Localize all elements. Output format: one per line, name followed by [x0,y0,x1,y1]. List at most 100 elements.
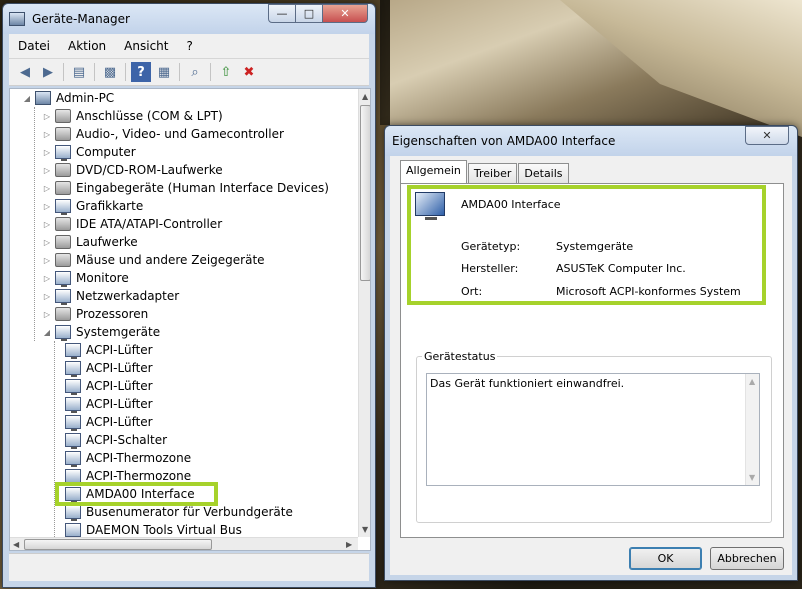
expand-arrow-icon[interactable]: ▷ [42,238,52,247]
tree-category[interactable]: ▷ Prozessoren [42,305,148,323]
device-manager-app-icon [9,12,25,26]
tree-device-label: ACPI-Thermozone [86,451,192,465]
tree-category[interactable]: ▷ Grafikkarte [42,197,143,215]
tab-details[interactable]: Details [518,163,569,183]
expand-arrow-icon[interactable]: ▷ [42,256,52,265]
expand-arrow-icon[interactable]: ▷ [42,220,52,229]
toolbar-separator [125,63,126,81]
tree-category[interactable]: ▷ Anschlüsse (COM & LPT) [42,107,223,125]
tree-device[interactable]: ACPI-Schalter [62,431,167,449]
status-scrollbar[interactable]: ▲ ▼ [745,374,759,485]
disk-drive-icon [55,235,71,249]
maximize-button[interactable]: □ [295,4,323,23]
help-icon[interactable]: ? [131,62,151,82]
scroll-up-icon[interactable]: ▲ [749,377,755,386]
tree-category[interactable]: ▷ Mäuse und andere Zeigegeräte [42,251,265,269]
maximize-icon: □ [303,7,315,20]
scrollbar-thumb[interactable] [360,105,370,281]
expand-arrow-icon[interactable]: ▷ [42,184,52,193]
tree-category-label: Prozessoren [76,307,149,321]
menu-help[interactable]: ? [177,39,201,53]
update-driver-icon[interactable]: ⇧ [216,62,236,82]
close-button[interactable]: ✕ [322,4,368,23]
scroll-right-icon[interactable]: ▶ [346,540,352,549]
tab-treiber[interactable]: Treiber [467,163,518,183]
network-adapter-icon [55,289,71,305]
menu-aktion[interactable]: Aktion [59,39,115,53]
properties-icon[interactable]: ▩ [100,62,120,82]
system-device-icon [65,361,81,377]
system-devices-icon [55,325,71,341]
show-hide-console-tree-icon[interactable]: ▤ [69,62,89,82]
system-device-icon [65,505,81,521]
horizontal-scrollbar[interactable]: ◀ ▶ [10,537,358,550]
device-manager-window: Geräte-Manager — □ ✕ Datei Aktion Ansich… [2,3,376,588]
scroll-up-icon[interactable]: ▲ [362,92,368,101]
ok-button[interactable]: OK [629,547,702,570]
tree-root[interactable]: ◢ Admin-PC [22,89,114,107]
scan-hardware-icon[interactable]: ⌕ [185,62,205,82]
tree-guide-line [54,341,55,541]
scroll-down-icon[interactable]: ▼ [362,525,368,534]
tree-device-label: ACPI-Thermozone [86,469,192,483]
tab-strip: Allgemein Treiber Details [400,160,570,183]
tree-device[interactable]: ACPI-Lüfter [62,377,153,395]
scroll-left-icon[interactable]: ◀ [13,540,19,549]
tree-category[interactable]: ▷ Computer [42,143,136,161]
expand-arrow-icon[interactable]: ▷ [42,148,52,157]
menu-ansicht[interactable]: Ansicht [115,39,177,53]
processor-icon [55,307,71,321]
minimize-button[interactable]: — [268,4,296,23]
tree-category[interactable]: ▷ Netzwerkadapter [42,287,179,305]
minimize-icon: — [276,7,288,20]
cancel-button[interactable]: Abbrechen [710,547,784,570]
tree-device[interactable]: ACPI-Lüfter [62,395,153,413]
properties-titlebar[interactable]: Eigenschaften von AMDA00 Interface ✕ [385,126,797,156]
hid-icon [55,181,71,195]
device-status-textbox[interactable]: Das Gerät funktioniert einwandfrei. ▲ ▼ [426,373,760,486]
tree-category-label: Laufwerke [76,235,138,249]
tree-category-label: IDE ATA/ATAPI-Controller [76,217,223,231]
scroll-down-icon[interactable]: ▼ [749,473,755,482]
close-icon: ✕ [340,7,350,20]
tree-category[interactable]: ▷ IDE ATA/ATAPI-Controller [42,215,222,233]
expand-arrow-icon[interactable]: ▷ [42,130,52,139]
expand-arrow-icon[interactable]: ▷ [42,166,52,175]
tree-device[interactable]: ACPI-Thermozone [62,449,191,467]
tree-category[interactable]: ▷ Audio-, Video- und Gamecontroller [42,125,284,143]
forward-arrow-icon[interactable]: ▶ [38,62,58,82]
action-pane-icon[interactable]: ▦ [154,62,174,82]
tree-category[interactable]: ▷ Eingabegeräte (Human Interface Devices) [42,179,329,197]
port-icon [55,109,71,123]
dialog-close-button[interactable]: ✕ [745,126,789,145]
tree-device-label: ACPI-Lüfter [86,361,153,375]
scrollbar-thumb[interactable] [24,539,212,550]
tree-device[interactable]: ACPI-Lüfter [62,341,153,359]
expand-arrow-icon[interactable]: ▷ [42,202,52,211]
menu-datei[interactable]: Datei [9,39,59,53]
expand-arrow-icon[interactable]: ▷ [42,112,52,121]
tree-device[interactable]: ACPI-Lüfter [62,359,153,377]
tree-category-label: Anschlüsse (COM & LPT) [76,109,223,123]
tab-allgemein[interactable]: Allgemein [400,160,467,183]
expand-arrow-icon[interactable]: ▷ [42,310,52,319]
tree-category[interactable]: ▷ DVD/CD-ROM-Laufwerke [42,161,223,179]
toolbar: ◀ ▶ ▤ ▩ ? ▦ ⌕ ⇧ ✖ [9,58,369,86]
tree-device[interactable]: ACPI-Lüfter [62,413,153,431]
vertical-scrollbar[interactable]: ▲ ▼ [358,89,370,537]
system-device-icon [65,433,81,449]
tree-category[interactable]: ◢ Systemgeräte [42,323,160,341]
tree-device-label: ACPI-Lüfter [86,379,153,393]
expand-arrow-icon[interactable]: ▷ [42,274,52,283]
back-arrow-icon[interactable]: ◀ [15,62,35,82]
tree-category[interactable]: ▷ Laufwerke [42,233,138,251]
tree-category[interactable]: ▷ Monitore [42,269,129,287]
collapse-arrow-icon[interactable]: ◢ [42,328,52,337]
ide-controller-icon [55,217,71,231]
device-manager-titlebar[interactable]: Geräte-Manager — □ ✕ [3,4,375,34]
collapse-arrow-icon[interactable]: ◢ [22,94,32,103]
uninstall-icon[interactable]: ✖ [239,62,259,82]
expand-arrow-icon[interactable]: ▷ [42,292,52,301]
computer-icon [35,91,51,105]
computer-icon [55,145,71,161]
